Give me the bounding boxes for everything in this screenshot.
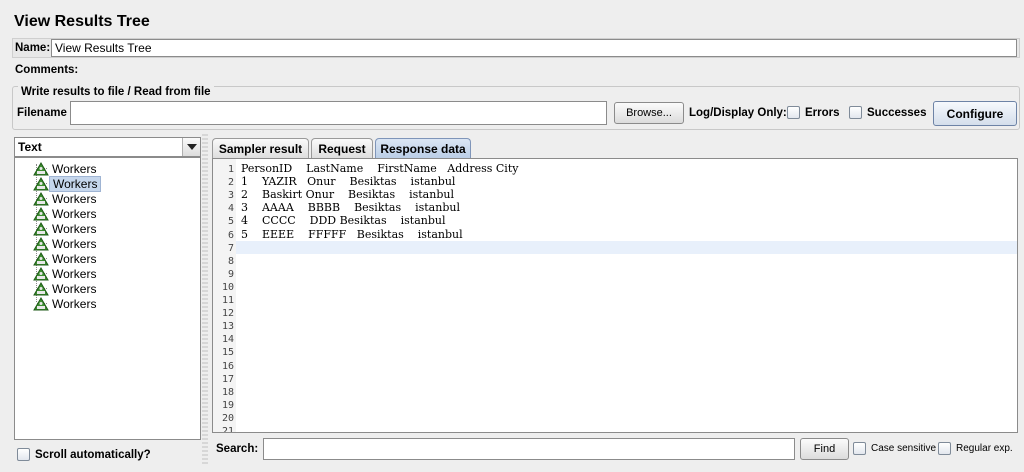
response-line: 4 CCCC DDD Besiktas istanbul [241,214,446,228]
case-sensitive-checkbox[interactable] [853,442,866,455]
tree-item[interactable]: Workers [33,175,102,192]
tree-item[interactable]: Workers [33,206,99,221]
line-number: 21 [221,426,234,433]
tree-item-label: Workers [52,161,97,176]
tree-item[interactable]: Workers [33,251,99,266]
filename-input[interactable] [70,101,607,125]
response-line: 5 EEEE FFFFF Besiktas istanbul [241,227,463,241]
regex-option[interactable]: Regular exp. [938,442,1013,455]
success-sampler-icon [33,206,49,221]
comments-row: Comments: [12,61,1020,81]
line-number: 6 [227,229,234,241]
line-number: 1 [227,164,234,175]
log-display-label: Log/Display Only: [689,107,787,119]
chevron-down-icon[interactable] [182,138,200,156]
success-sampler-icon [33,191,49,206]
scroll-auto-option[interactable]: Scroll automatically? [17,448,151,461]
tree-item[interactable]: Workers [33,236,99,251]
renderer-value: Text [18,140,42,154]
panel-title: View Results Tree [14,13,150,30]
line-number: 20 [221,412,234,424]
successes-label: Successes [867,106,927,119]
line-number: 17 [221,373,234,385]
scroll-auto-checkbox[interactable] [17,448,30,461]
filename-label: Filename [17,107,67,119]
success-sampler-icon [33,281,49,296]
tree-item[interactable]: Workers [33,281,99,296]
tree-item[interactable]: Workers [33,191,99,206]
line-number: 9 [227,268,234,280]
line-number: 14 [221,334,234,346]
configure-button[interactable]: Configure [933,101,1017,126]
tab-sampler-result[interactable]: Sampler result [212,138,309,158]
line-number: 15 [221,347,234,359]
regex-checkbox[interactable] [938,442,951,455]
tree-item-label: Workers [52,221,97,236]
comments-label: Comments: [15,64,79,76]
line-number: 16 [221,360,234,372]
file-group-title: Write results to file / Read from file [18,86,214,98]
tree-item[interactable]: Workers [33,221,99,236]
tree-item-label: Workers [49,175,102,192]
line-number: 12 [221,308,234,320]
success-sampler-icon [33,176,49,191]
success-sampler-icon [33,161,49,176]
successes-checkbox[interactable] [849,106,862,119]
find-button[interactable]: Find [800,438,849,460]
successes-option[interactable]: Successes [849,106,926,119]
errors-option[interactable]: Errors [787,106,840,119]
tree-item-label: Workers [52,281,97,296]
success-sampler-icon [33,266,49,281]
tree-item-label: Workers [52,296,97,311]
response-line: 2 Baskirt Onur Besiktas istanbul [241,188,454,202]
line-number: 2 [227,177,234,189]
errors-label: Errors [805,106,840,119]
line-number: 18 [221,386,234,398]
search-input[interactable] [263,438,795,460]
results-tree[interactable]: Workers Workers Workers Workers Workers Worke… [14,157,201,440]
tab-response-data[interactable]: Response data [375,138,471,159]
line-number: 7 [227,242,234,254]
line-number: 10 [221,281,234,293]
tree-item-label: Workers [52,266,97,281]
response-data-editor[interactable]: 1 2 3 4 5 6 7 8 9 10 11 12 13 14 15 16 17 18 19 20 21 Person… [212,158,1018,433]
renderer-select[interactable]: Text [14,137,201,157]
scroll-auto-label: Scroll automatically? [35,448,151,461]
errors-checkbox[interactable] [787,106,800,119]
regex-label: Regular exp. [956,443,1013,454]
split-pane-divider[interactable] [202,134,208,464]
search-label: Search: [216,443,259,455]
success-sampler-icon [33,236,49,251]
line-number: 11 [221,295,234,306]
tree-item-label: Workers [52,191,97,206]
case-sensitive-option[interactable]: Case sensitive [853,442,936,455]
current-line-highlight [213,240,1017,254]
tree-item-label: Workers [52,206,97,221]
tree-item[interactable]: Workers [33,296,99,311]
name-input[interactable] [51,39,1017,57]
success-sampler-icon [33,296,49,311]
tab-request[interactable]: Request [311,138,373,158]
name-label: Name: [15,42,51,54]
success-sampler-icon [33,251,49,266]
tree-item[interactable]: Workers [33,161,99,176]
browse-button[interactable]: Browse... [614,102,684,124]
line-number: 3 [227,190,234,202]
response-line: 1 YAZIR Onur Besiktas istanbul [241,175,456,189]
line-number: 19 [221,399,234,411]
case-sensitive-label: Case sensitive [871,443,937,454]
name-row: Name: [12,38,1020,58]
response-line: PersonID LastName FirstName Address City [241,162,519,175]
line-number: 13 [221,321,234,333]
tree-item-label: Workers [52,236,97,251]
tree-item[interactable]: Workers [33,266,99,281]
line-number: 4 [227,203,234,215]
line-number: 5 [227,216,234,228]
success-sampler-icon [33,221,49,236]
response-line: 3 AAAA BBBB Besiktas istanbul [241,201,460,215]
tree-item-label: Workers [52,251,97,266]
line-number: 8 [227,255,234,267]
